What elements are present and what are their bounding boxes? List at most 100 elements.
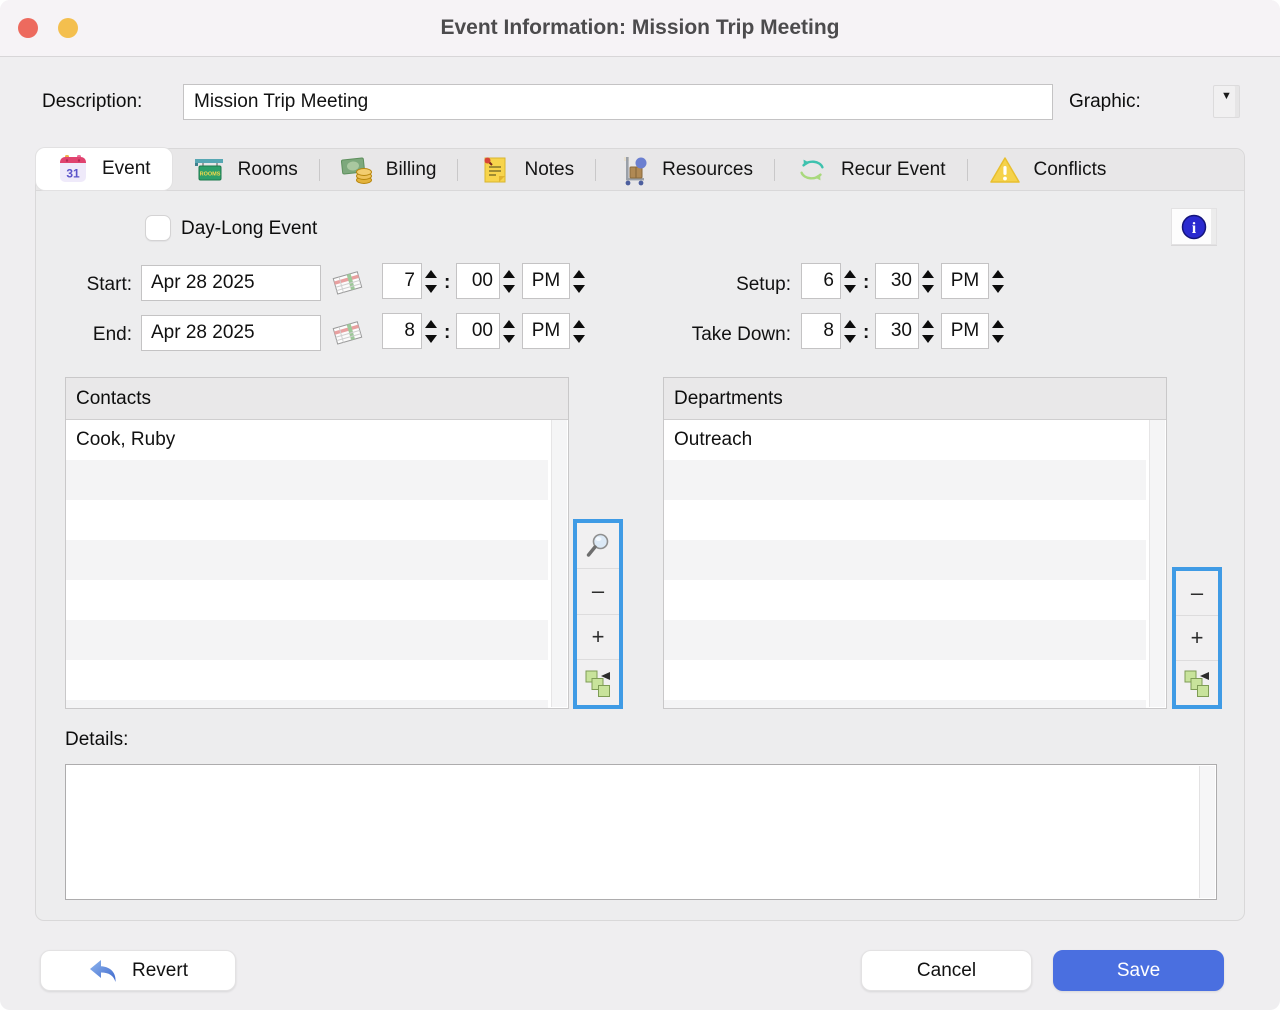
- start-hour-field[interactable]: 7: [382, 263, 422, 299]
- contacts-header: Contacts: [66, 378, 568, 420]
- setup-hour-stepper[interactable]: [841, 263, 859, 299]
- setup-ampm-field[interactable]: PM: [941, 263, 989, 299]
- tab-strip: 31 Event ROOMS Rooms Billing Notes Resou…: [36, 148, 1244, 191]
- start-label: Start:: [86, 274, 132, 295]
- contacts-pick-from-list-button[interactable]: [577, 659, 619, 705]
- info-button[interactable]: i: [1171, 208, 1217, 245]
- plus-icon: +: [591, 623, 605, 649]
- stepper-down-icon: [503, 334, 515, 343]
- setup-ampm-value: PM: [950, 270, 980, 291]
- tab-resources[interactable]: Resources: [596, 149, 774, 190]
- end-minute-stepper[interactable]: [500, 313, 518, 349]
- event-information-window: Event Information: Mission Trip Meeting …: [0, 0, 1280, 1010]
- departments-scrollbar[interactable]: [1149, 420, 1165, 707]
- end-minute-field[interactable]: 00: [456, 313, 500, 349]
- take-down-ampm-stepper[interactable]: [989, 313, 1007, 349]
- setup-minute-field[interactable]: 30: [875, 263, 919, 299]
- list-item-empty: [664, 460, 1146, 500]
- take-down-ampm-field[interactable]: PM: [941, 313, 989, 349]
- stepper-down-icon: [425, 284, 437, 293]
- tab-label: Event: [102, 158, 151, 179]
- start-date-field[interactable]: Apr 28 2025: [141, 265, 321, 301]
- list-item-empty: [664, 700, 1146, 708]
- hand-truck-icon: [624, 156, 647, 185]
- list-item[interactable]: Cook, Ruby: [66, 420, 548, 460]
- list-picker-icon: [585, 670, 610, 697]
- details-input[interactable]: [66, 765, 1199, 899]
- contacts-search-button[interactable]: [577, 523, 619, 568]
- departments-list: Departments Outreach: [663, 377, 1167, 709]
- time-separator: :: [444, 322, 451, 343]
- description-input[interactable]: [183, 84, 1053, 120]
- setup-hour-field[interactable]: 6: [801, 263, 841, 299]
- graphic-dropdown-button[interactable]: ▼: [1213, 85, 1240, 118]
- revert-button-label: Revert: [132, 959, 188, 981]
- stepper-up-icon: [425, 319, 437, 328]
- start-minute-field[interactable]: 00: [456, 263, 500, 299]
- stepper-up-icon: [503, 269, 515, 278]
- rooms-sign-icon: ROOMS: [194, 158, 223, 180]
- start-minute-stepper[interactable]: [500, 263, 518, 299]
- tab-label: Recur Event: [840, 158, 946, 180]
- end-label: End:: [92, 324, 132, 345]
- stepper-down-icon: [922, 334, 934, 343]
- stepper-down-icon: [992, 334, 1004, 343]
- day-long-event-checkbox[interactable]: [145, 215, 171, 241]
- tab-billing[interactable]: Billing: [320, 149, 458, 190]
- take-down-hour-field[interactable]: 8: [801, 313, 841, 349]
- recur-arrows-icon: [800, 159, 824, 180]
- tab-conflicts[interactable]: Conflicts: [968, 149, 1128, 190]
- departments-pick-from-list-button[interactable]: [1176, 660, 1218, 705]
- end-date-value: Apr 28 2025: [151, 322, 255, 343]
- save-button[interactable]: Save: [1053, 950, 1224, 991]
- day-long-event-label: Day-Long Event: [181, 218, 318, 239]
- cancel-button-label: Cancel: [916, 959, 977, 981]
- departments-add-button[interactable]: +: [1176, 615, 1218, 660]
- list-item-empty: [66, 580, 548, 620]
- end-hour-stepper[interactable]: [422, 313, 440, 349]
- note-icon: [484, 157, 506, 182]
- list-picker-icon: [1184, 670, 1209, 697]
- stepper-up-icon: [922, 269, 934, 278]
- list-item-empty: [664, 580, 1146, 620]
- contacts-add-button[interactable]: +: [577, 613, 619, 660]
- tab-recur-event[interactable]: Recur Event: [775, 149, 967, 190]
- list-item-empty: [664, 660, 1146, 700]
- setup-ampm-stepper[interactable]: [989, 263, 1007, 299]
- list-item-empty: [664, 620, 1146, 660]
- details-scrollbar[interactable]: [1199, 766, 1215, 898]
- start-calendar-picker-button[interactable]: [327, 266, 367, 300]
- end-hour-field[interactable]: 8: [382, 313, 422, 349]
- take-down-hour-stepper[interactable]: [841, 313, 859, 349]
- cancel-button[interactable]: Cancel: [861, 950, 1032, 991]
- start-hour-stepper[interactable]: [422, 263, 440, 299]
- contacts-remove-button[interactable]: –: [577, 567, 619, 614]
- tab-rooms[interactable]: ROOMS Rooms: [172, 149, 319, 190]
- list-item-empty: [66, 660, 548, 700]
- departments-toolbar: – +: [1172, 567, 1222, 709]
- end-date-field[interactable]: Apr 28 2025: [141, 315, 321, 351]
- take-down-ampm-value: PM: [950, 320, 980, 341]
- take-down-minute-stepper[interactable]: [919, 313, 937, 349]
- search-icon: [586, 534, 609, 558]
- save-button-label: Save: [1116, 959, 1161, 981]
- setup-minute-stepper[interactable]: [919, 263, 937, 299]
- tab-label: Billing: [385, 158, 437, 180]
- svg-text:i: i: [1192, 220, 1197, 237]
- window-title: Event Information: Mission Trip Meeting: [440, 16, 840, 39]
- end-calendar-picker-button[interactable]: [327, 316, 367, 350]
- tab-label: Conflicts: [1033, 158, 1107, 180]
- contacts-toolbar: – +: [573, 519, 623, 709]
- chevron-down-icon: ▼: [1221, 90, 1232, 102]
- list-item[interactable]: Outreach: [664, 420, 1146, 460]
- tab-notes[interactable]: Notes: [458, 149, 595, 190]
- take-down-minute-field[interactable]: 30: [875, 313, 919, 349]
- revert-button[interactable]: Revert: [40, 950, 236, 991]
- departments-rows: Outreach: [664, 420, 1146, 708]
- contacts-scrollbar[interactable]: [551, 420, 567, 707]
- stepper-down-icon: [844, 284, 856, 293]
- tab-event[interactable]: 31 Event: [36, 148, 172, 190]
- start-date-value: Apr 28 2025: [151, 272, 255, 293]
- list-item-empty: [66, 700, 548, 708]
- departments-remove-button[interactable]: –: [1176, 571, 1218, 615]
